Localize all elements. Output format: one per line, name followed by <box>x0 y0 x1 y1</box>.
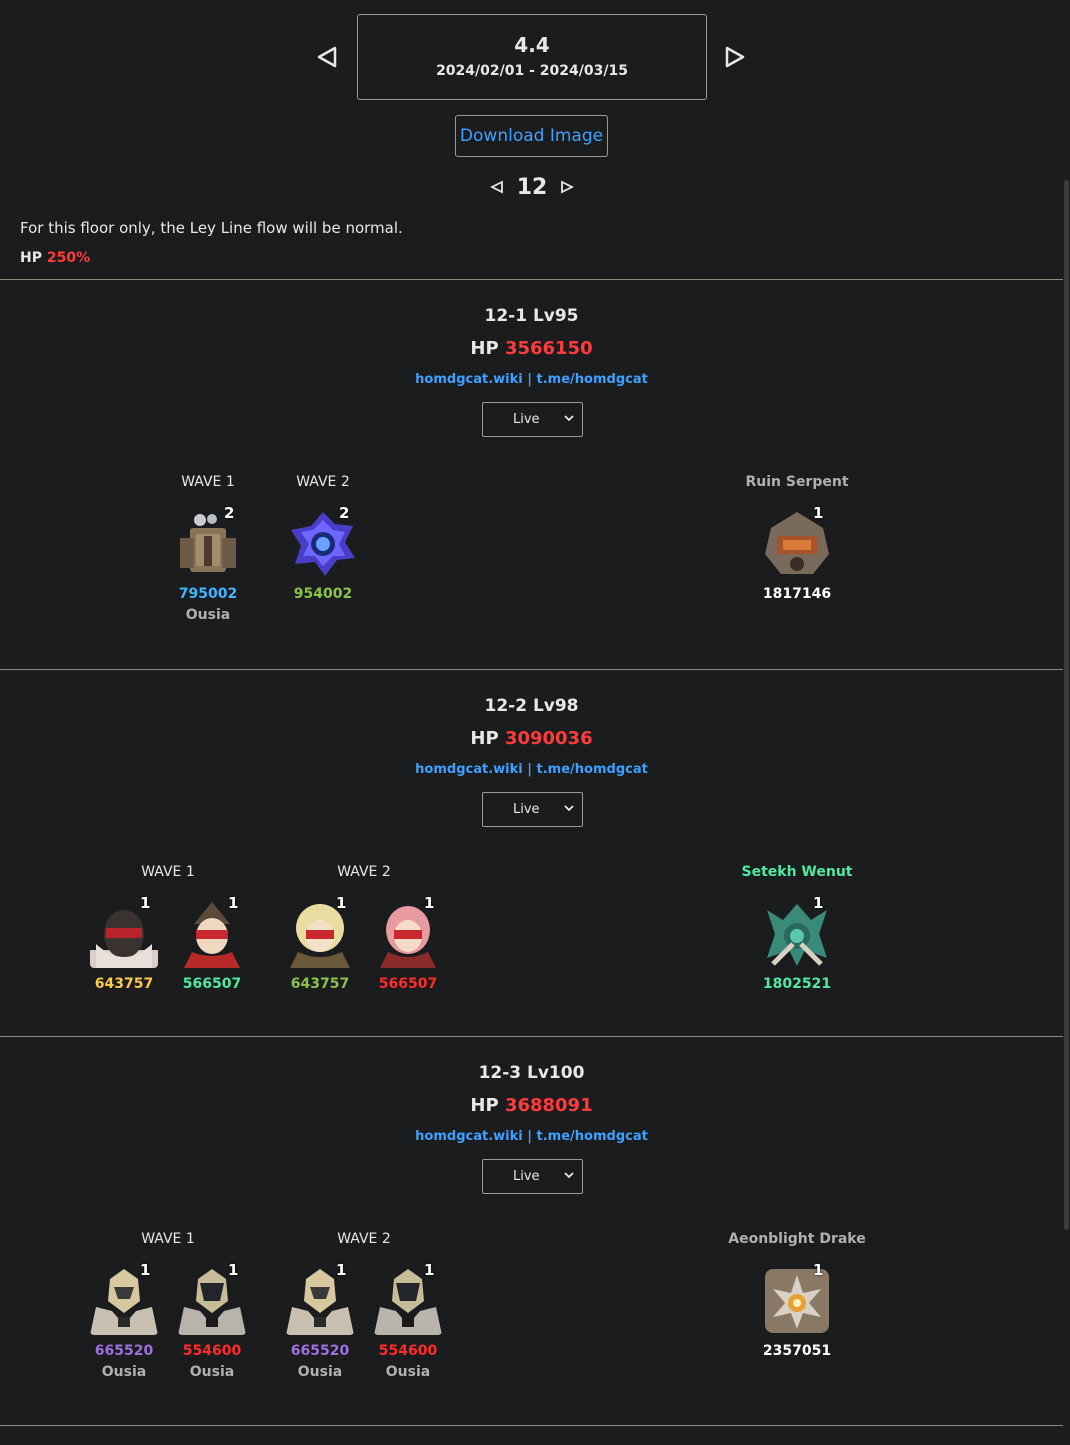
enemy-count: 1 <box>424 1261 435 1279</box>
version-dates: 2024/02/01 - 2024/03/15 <box>436 63 628 79</box>
boss-label: Aeonblight Drake <box>728 1231 866 1247</box>
server-select-value: Live <box>513 802 540 817</box>
chamber-hp-value: 3090036 <box>504 728 593 749</box>
chamber-hp-label: HP <box>470 728 499 749</box>
enemy-hp: 1817146 <box>762 586 832 602</box>
leyline-text: For this floor only, the Ley Line flow w… <box>20 219 403 237</box>
enemy-tag: Ousia <box>385 1364 431 1380</box>
enemy-hp: 954002 <box>293 586 353 602</box>
triangle-right-icon <box>725 46 745 68</box>
chamber-hp-label: HP <box>470 338 499 359</box>
server-select[interactable]: Live <box>482 1159 583 1194</box>
divider <box>0 1425 1063 1426</box>
floor-nav: 12 <box>490 172 574 202</box>
chamber-links: homdgcat.wiki | t.me/homdgcat <box>0 1129 1063 1144</box>
enemy-count: 1 <box>424 894 435 912</box>
scrollbar-thumb[interactable] <box>1064 180 1069 1230</box>
enemy-tag: Ousia <box>185 607 231 623</box>
enemy-count: 1 <box>813 504 824 522</box>
floor-hp-value: 250% <box>46 250 91 266</box>
floor-next-button[interactable] <box>560 180 574 194</box>
triangle-left-small-icon <box>490 180 503 194</box>
enemy-hp: 566507 <box>378 976 438 992</box>
wave-1-label: WAVE 1 <box>141 864 195 880</box>
chamber-12-3: 12-3 Lv100 HP 3688091 homdgcat.wiki | t.… <box>0 1037 1063 1425</box>
enemy-hp: 554600 <box>378 1343 438 1359</box>
wave-1-label: WAVE 1 <box>141 1231 195 1247</box>
wave-2-label: WAVE 2 <box>296 474 350 490</box>
chamber-hp: HP 3090036 <box>0 728 1063 749</box>
enemy-tag: Ousia <box>101 1364 147 1380</box>
floor-prev-button[interactable] <box>490 180 504 194</box>
enemy-hp: 795002 <box>178 586 238 602</box>
enemy-count: 1 <box>336 1261 347 1279</box>
chamber-hp-label: HP <box>470 1095 499 1116</box>
enemy-hp: 643757 <box>94 976 154 992</box>
enemy-count: 1 <box>813 894 824 912</box>
chamber-title: 12-1 Lv95 <box>484 306 579 326</box>
server-select[interactable]: Live <box>482 402 583 437</box>
abyss-page: 4.4 2024/02/01 - 2024/03/15 Download Ima… <box>0 0 1063 1445</box>
chamber-hp: HP 3688091 <box>0 1095 1063 1116</box>
enemy-hp: 1802521 <box>762 976 832 992</box>
version-prev-button[interactable] <box>315 42 339 72</box>
wave-2-label: WAVE 2 <box>337 864 391 880</box>
enemy-hp: 665520 <box>290 1343 350 1359</box>
chamber-hp-value: 3566150 <box>504 338 593 359</box>
chamber-hp-value: 3688091 <box>504 1095 593 1116</box>
site-link[interactable]: homdgcat.wiki | t.me/homdgcat <box>415 1129 648 1144</box>
chevron-down-icon <box>564 1172 574 1179</box>
enemy-count: 1 <box>140 894 151 912</box>
enemy-count: 2 <box>224 504 235 522</box>
server-select[interactable]: Live <box>482 792 583 827</box>
wave-1-label: WAVE 1 <box>181 474 235 490</box>
version-number: 4.4 <box>514 33 550 57</box>
boss-label: Ruin Serpent <box>745 474 849 490</box>
scrollbar[interactable] <box>1063 0 1070 1445</box>
chamber-12-1: 12-1 Lv95 HP 3566150 homdgcat.wiki | t.m… <box>0 280 1063 669</box>
site-link[interactable]: homdgcat.wiki | t.me/homdgcat <box>415 372 648 387</box>
boss-label: Setekh Wenut <box>741 864 853 880</box>
server-select-value: Live <box>513 1169 540 1184</box>
chamber-links: homdgcat.wiki | t.me/homdgcat <box>0 372 1063 387</box>
chevron-down-icon <box>564 415 574 422</box>
enemy-count: 1 <box>228 894 239 912</box>
version-next-button[interactable] <box>723 42 747 72</box>
enemy-count: 1 <box>813 1261 824 1279</box>
chamber-title: 12-3 Lv100 <box>478 1063 585 1083</box>
enemy-tag: Ousia <box>189 1364 235 1380</box>
download-image-button[interactable]: Download Image <box>455 115 608 157</box>
enemy-hp: 643757 <box>290 976 350 992</box>
enemy-hp: 554600 <box>182 1343 242 1359</box>
enemy-hp: 2357051 <box>762 1343 832 1359</box>
wave-2-label: WAVE 2 <box>337 1231 391 1247</box>
enemy-count: 1 <box>228 1261 239 1279</box>
chevron-down-icon <box>564 805 574 812</box>
enemy-count: 1 <box>140 1261 151 1279</box>
floor-number: 12 <box>516 174 548 200</box>
floor-hp-multiplier: HP 250% <box>20 250 90 266</box>
triangle-left-icon <box>317 46 337 68</box>
site-link[interactable]: homdgcat.wiki | t.me/homdgcat <box>415 762 648 777</box>
server-select-value: Live <box>513 412 540 427</box>
chamber-12-2: 12-2 Lv98 HP 3090036 homdgcat.wiki | t.m… <box>0 670 1063 1036</box>
floor-hp-label: HP <box>20 250 42 266</box>
enemy-hp: 566507 <box>182 976 242 992</box>
chamber-title: 12-2 Lv98 <box>484 696 579 716</box>
enemy-tag: Ousia <box>297 1364 343 1380</box>
enemy-count: 1 <box>336 894 347 912</box>
chamber-hp: HP 3566150 <box>0 338 1063 359</box>
chamber-links: homdgcat.wiki | t.me/homdgcat <box>0 762 1063 777</box>
version-box: 4.4 2024/02/01 - 2024/03/15 <box>357 14 707 100</box>
enemy-hp: 665520 <box>94 1343 154 1359</box>
enemy-count: 2 <box>339 504 350 522</box>
triangle-right-small-icon <box>561 180 574 194</box>
